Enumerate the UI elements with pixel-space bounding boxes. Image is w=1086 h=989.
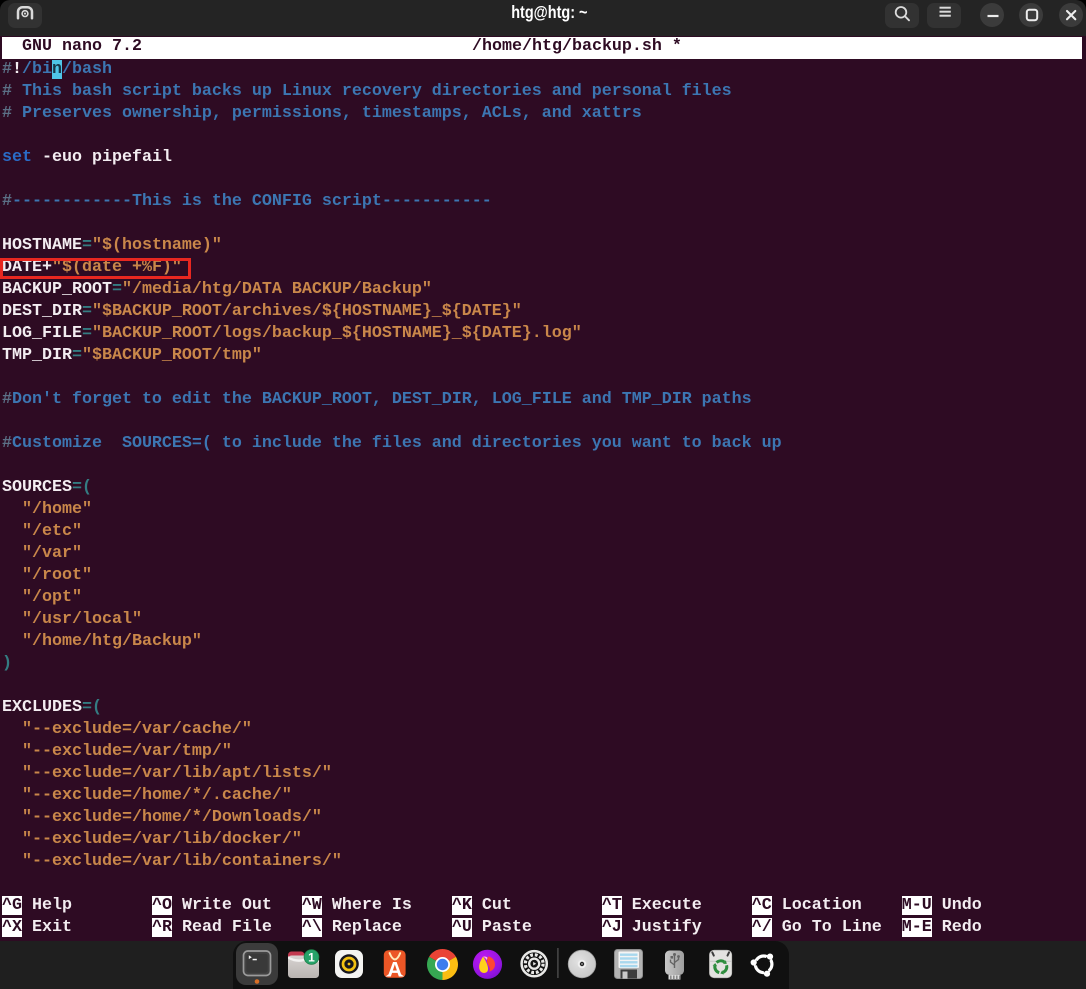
svg-text:1: 1 xyxy=(308,950,315,964)
svg-text:A: A xyxy=(387,958,402,981)
